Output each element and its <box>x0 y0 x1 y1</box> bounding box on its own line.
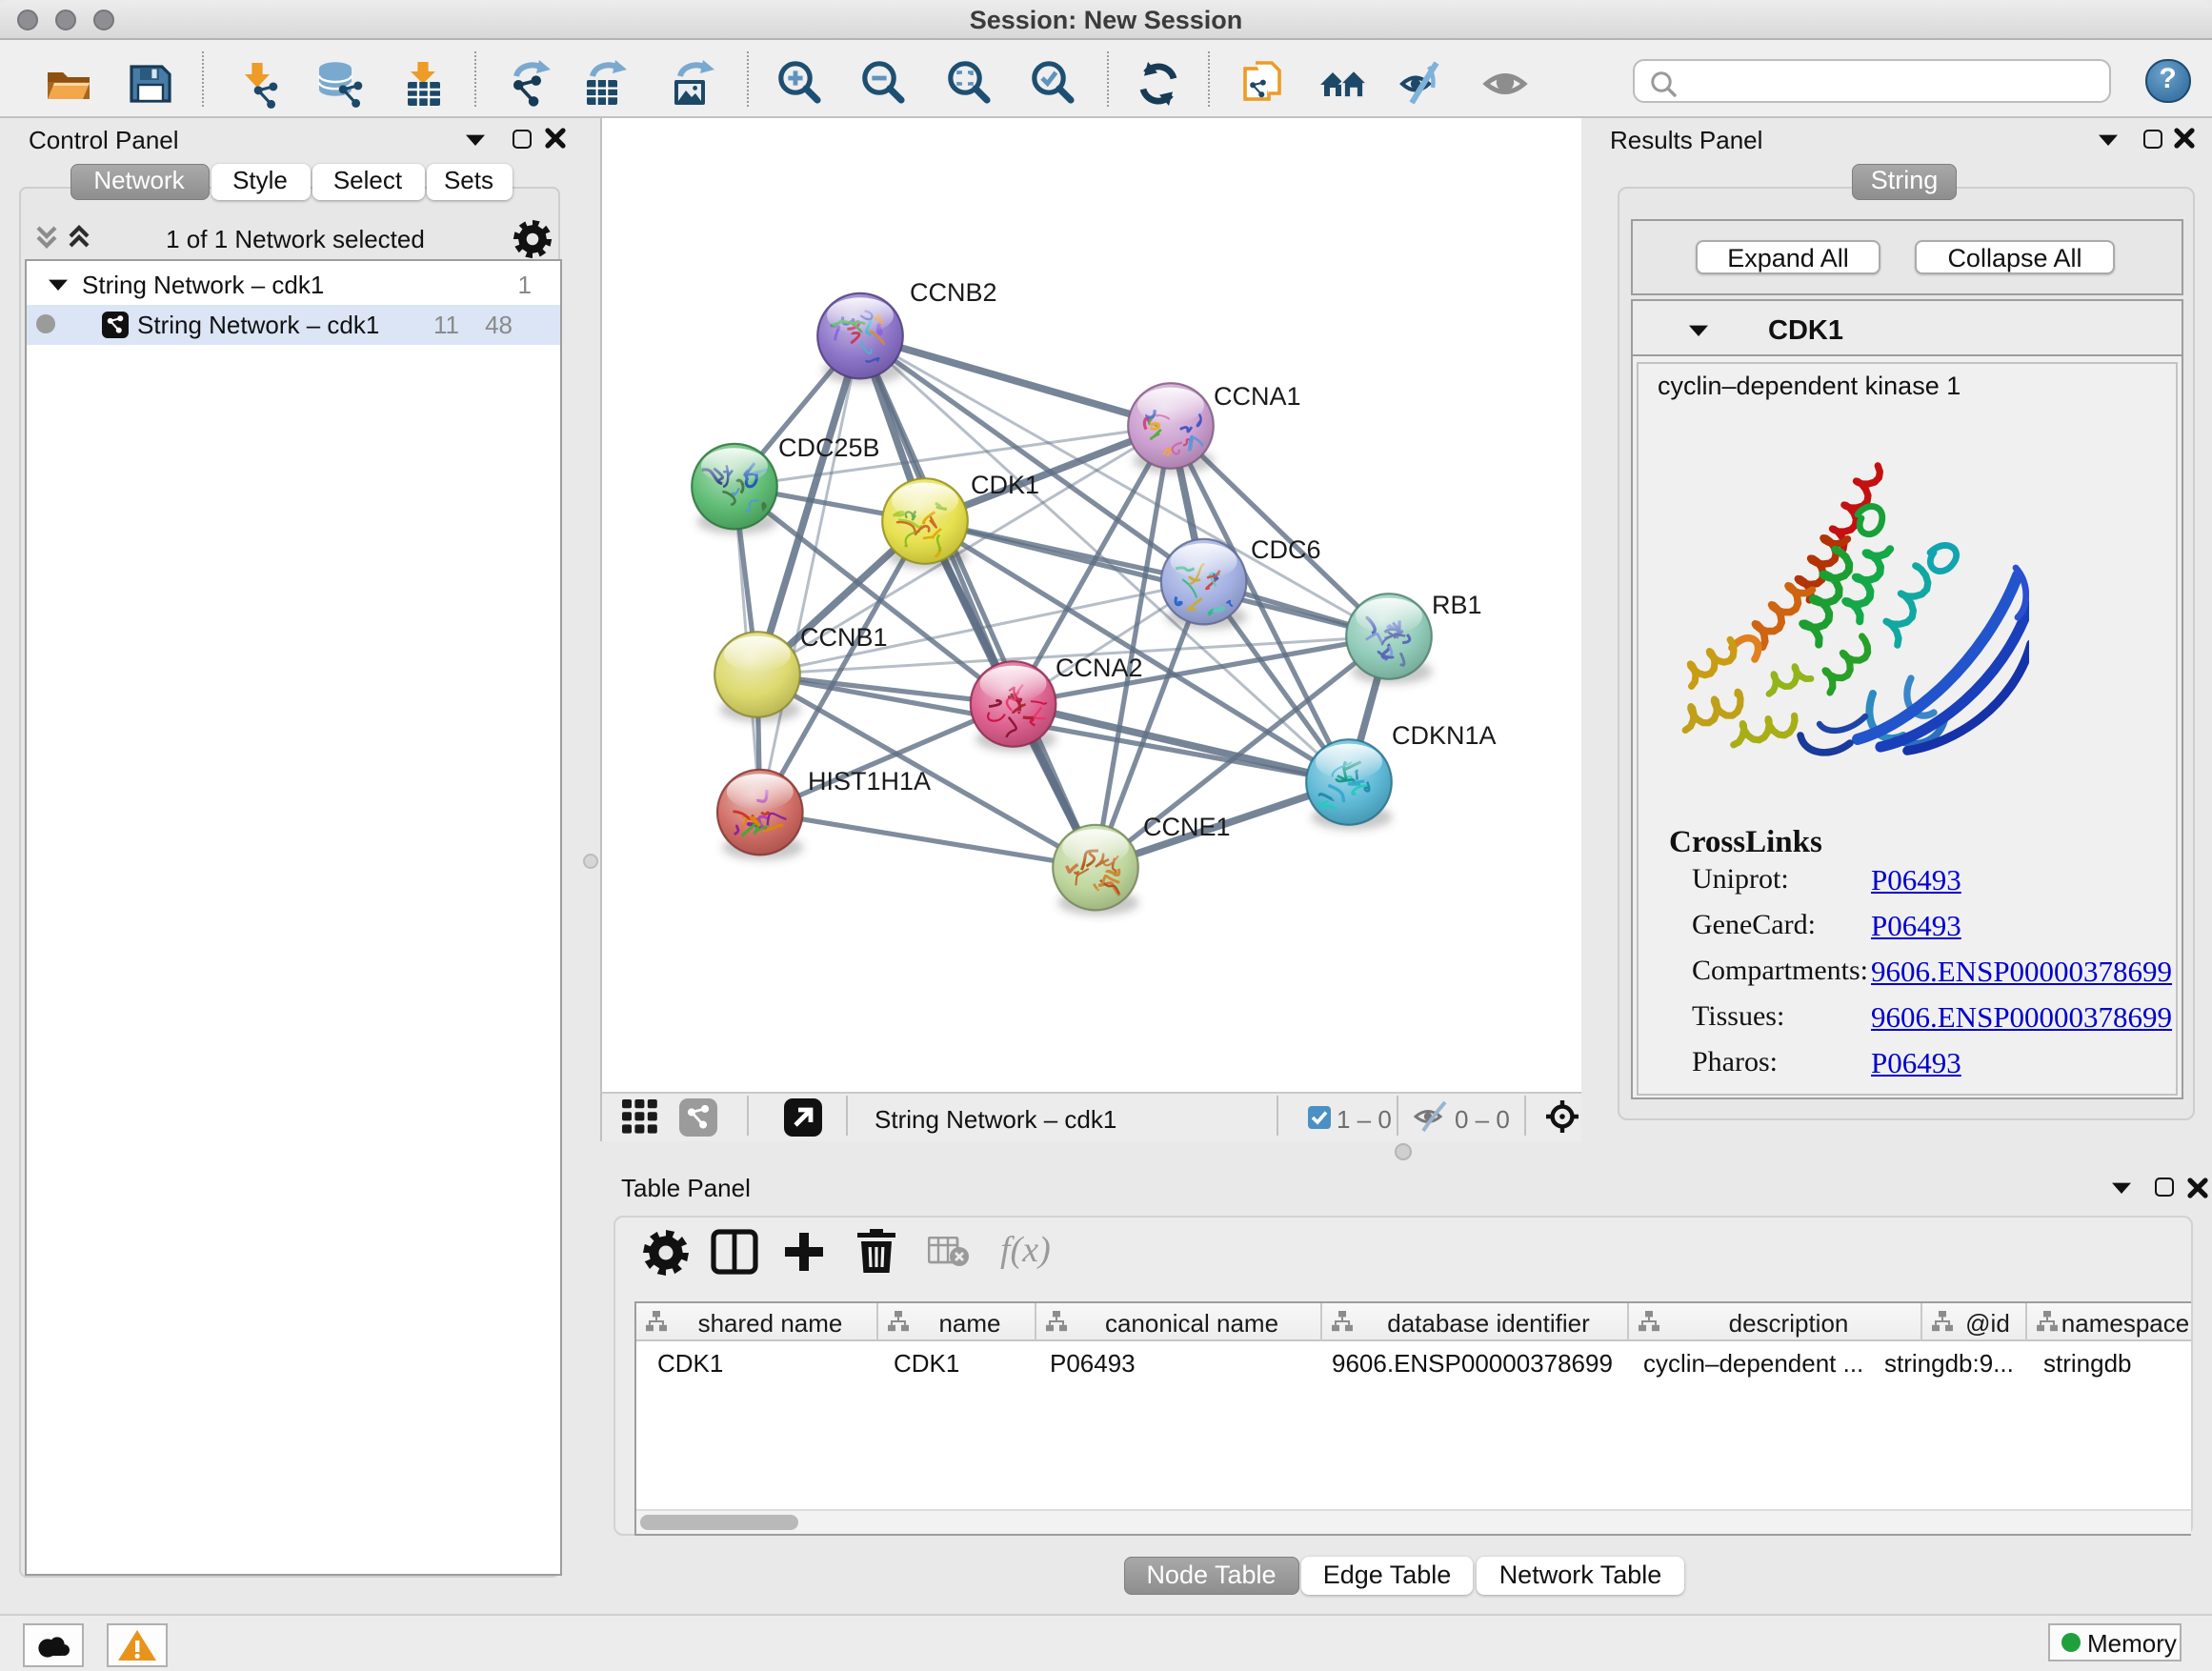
svg-text:HIST1H1A: HIST1H1A <box>807 766 930 795</box>
svg-text:CDKN1A: CDKN1A <box>1391 720 1496 749</box>
svg-text:CDC6: CDC6 <box>1250 534 1320 563</box>
svg-text:CCNB2: CCNB2 <box>909 277 996 306</box>
svg-text:CDC25B: CDC25B <box>777 433 879 461</box>
svg-text:CCNA2: CCNA2 <box>1055 653 1142 681</box>
svg-text:CCNE1: CCNE1 <box>1142 812 1230 840</box>
svg-text:RB1: RB1 <box>1431 590 1481 618</box>
svg-text:CDK1: CDK1 <box>970 470 1038 498</box>
svg-text:CCNB1: CCNB1 <box>799 622 887 651</box>
svg-text:CCNA1: CCNA1 <box>1213 381 1300 410</box>
